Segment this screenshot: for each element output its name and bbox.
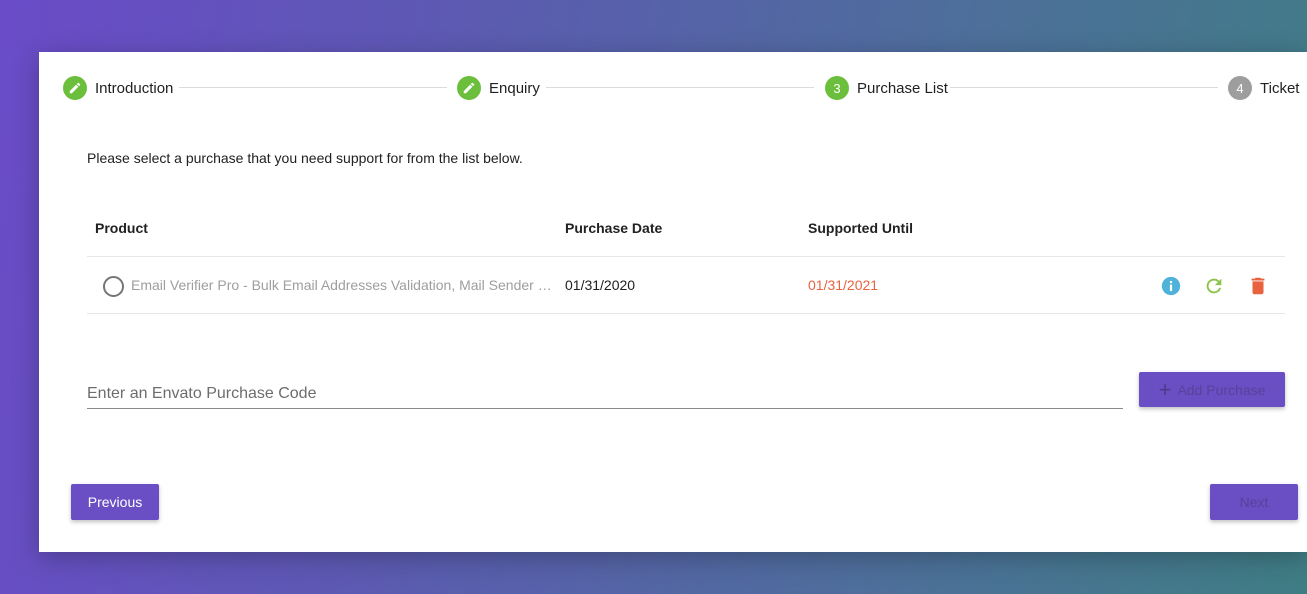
refresh-icon[interactable] — [1203, 275, 1225, 297]
purchase-code-input[interactable] — [87, 380, 1123, 409]
previous-button[interactable]: Previous — [71, 484, 159, 520]
trash-icon[interactable] — [1247, 275, 1269, 297]
step-done-indicator — [457, 76, 481, 100]
plus-icon: + — [1158, 376, 1172, 402]
add-purchase-button[interactable]: + Add Purchase — [1139, 372, 1285, 407]
step-number: 4 — [1228, 76, 1252, 100]
column-header-product: Product — [95, 220, 148, 236]
step-purchase-list[interactable]: 3 Purchase List — [825, 76, 948, 100]
step-enquiry[interactable]: Enquiry — [457, 76, 540, 100]
stepper: Introduction Enquiry 3 Purchase List 4 T… — [39, 52, 1307, 124]
step-connector — [950, 87, 1218, 88]
info-icon[interactable] — [1160, 275, 1182, 297]
step-label: Ticket — [1260, 79, 1300, 97]
step-label: Purchase List — [857, 79, 948, 97]
support-wizard-card: Introduction Enquiry 3 Purchase List 4 T… — [39, 52, 1307, 552]
column-header-purchase-date: Purchase Date — [565, 220, 663, 236]
step-label: Introduction — [95, 79, 174, 97]
step-connector — [546, 87, 814, 88]
instructions-text: Please select a purchase that you need s… — [87, 150, 523, 166]
step-number: 3 — [825, 76, 849, 100]
purchase-radio[interactable] — [103, 276, 124, 297]
step-introduction[interactable]: Introduction — [63, 76, 173, 100]
purchase-date: 01/31/2020 — [565, 277, 636, 293]
supported-until-date: 01/31/2021 — [808, 277, 879, 293]
table-divider — [87, 313, 1285, 314]
next-button[interactable]: Next — [1210, 484, 1298, 520]
table-divider — [87, 256, 1285, 257]
step-label: Enquiry — [489, 79, 540, 97]
step-ticket[interactable]: 4 Ticket — [1228, 76, 1299, 100]
add-purchase-label: Add Purchase — [1177, 381, 1266, 398]
column-header-supported-until: Supported Until — [808, 220, 913, 236]
pencil-icon — [463, 82, 475, 94]
step-done-indicator — [63, 76, 87, 100]
step-connector — [179, 87, 447, 88]
product-name: Email Verifier Pro - Bulk Email Addresse… — [131, 277, 555, 293]
pencil-icon — [69, 82, 81, 94]
